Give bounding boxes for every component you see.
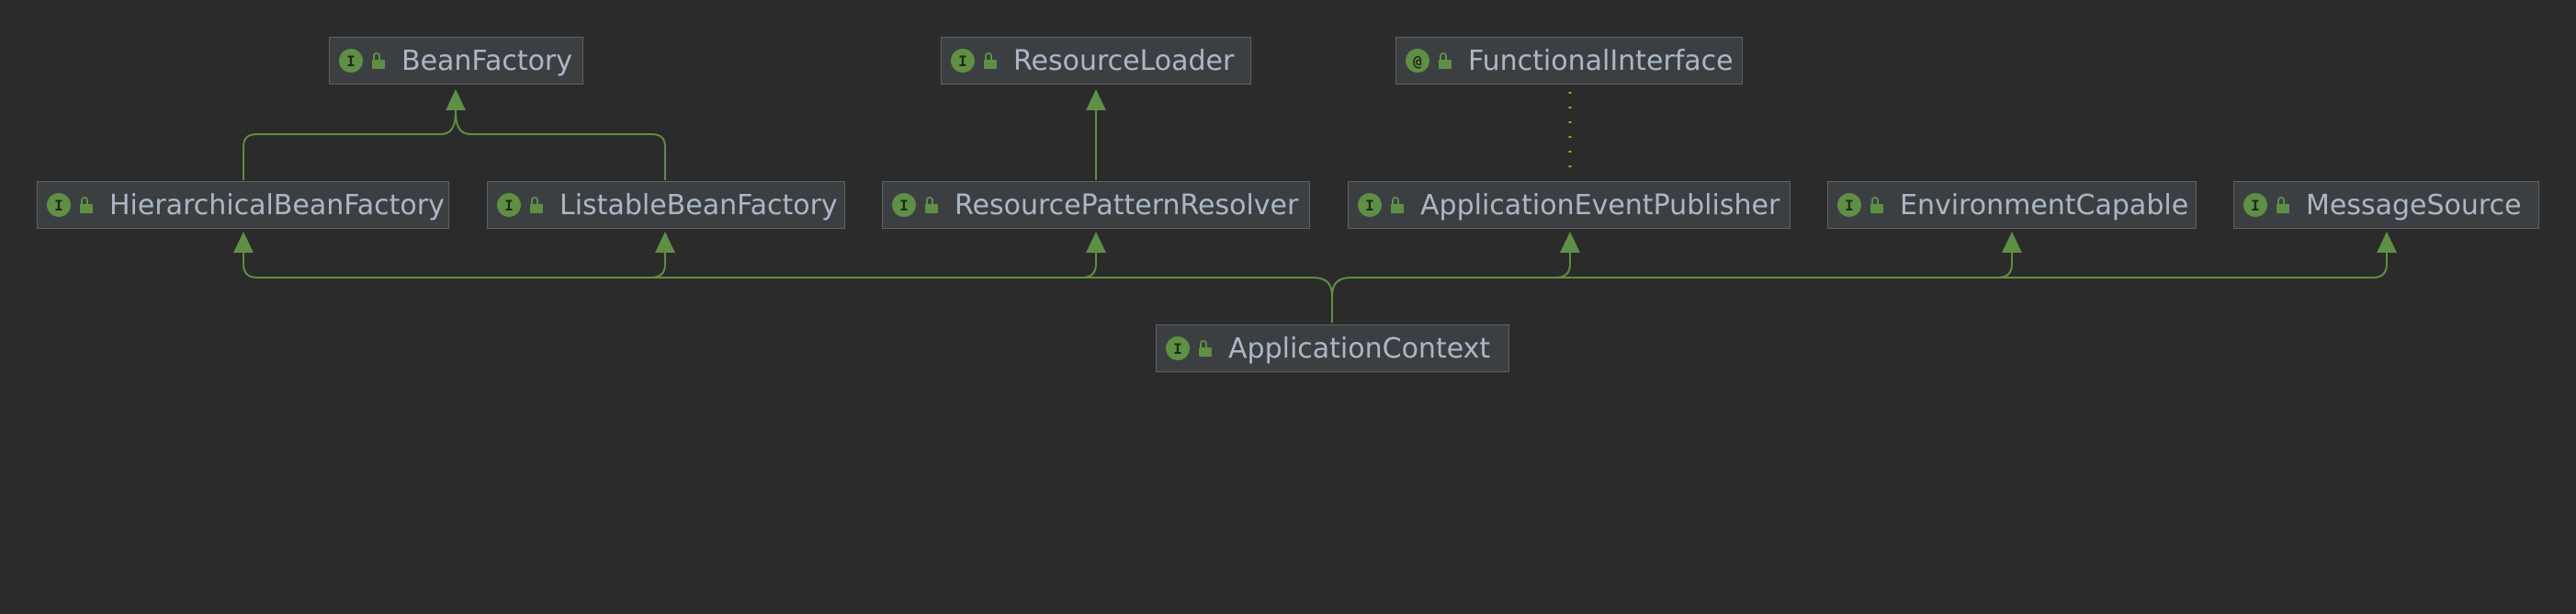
node-label: ResourcePatternResolver xyxy=(955,188,1299,222)
node-label: FunctionalInterface xyxy=(1468,44,1734,77)
edge-hierarchical-to-beanfactory xyxy=(243,96,457,180)
arrowhead-listablebeanfactory xyxy=(655,232,675,253)
interface-icon: I xyxy=(1166,336,1190,360)
interface-icon: I xyxy=(1837,193,1861,217)
interface-icon: I xyxy=(339,49,363,73)
arrowhead-environmentcapable xyxy=(2002,232,2022,253)
lock-icon xyxy=(1199,340,1212,357)
node-application-event-publisher[interactable]: I ApplicationEventPublisher xyxy=(1348,181,1791,229)
interface-icon: I xyxy=(951,49,975,73)
lock-icon xyxy=(1439,52,1452,69)
node-label: MessageSource xyxy=(2306,188,2522,222)
lock-icon xyxy=(925,197,938,213)
lock-icon xyxy=(1391,197,1404,213)
interface-icon: I xyxy=(497,193,521,217)
node-label: ListableBeanFactory xyxy=(559,188,838,222)
node-hierarchical-bean-factory[interactable]: I HierarchicalBeanFactory xyxy=(37,181,449,229)
node-label: HierarchicalBeanFactory xyxy=(109,188,445,222)
node-label: ApplicationContext xyxy=(1228,332,1491,365)
arrowhead-applicationeventpublisher xyxy=(1560,232,1580,253)
arrowhead-resourcepatternresolver xyxy=(1086,232,1106,253)
interface-icon: I xyxy=(1358,193,1382,217)
edge-listable-to-beanfactory xyxy=(455,96,666,180)
node-resource-pattern-resolver[interactable]: I ResourcePatternResolver xyxy=(882,181,1310,229)
edge-applicationcontext-bus xyxy=(243,237,1333,323)
node-label: ApplicationEventPublisher xyxy=(1420,188,1780,222)
arrowhead-beanfactory xyxy=(446,89,466,110)
lock-icon xyxy=(80,197,93,213)
lock-icon xyxy=(372,52,385,69)
lock-icon xyxy=(530,197,543,213)
node-environment-capable[interactable]: I EnvironmentCapable xyxy=(1827,181,2197,229)
arrowhead-hierarchicalbeanfactory xyxy=(233,232,254,253)
node-resource-loader[interactable]: I ResourceLoader xyxy=(941,37,1251,85)
arrowhead-resourceloader xyxy=(1086,89,1106,110)
node-functional-interface[interactable]: @ FunctionalInterface xyxy=(1395,37,1743,85)
node-application-context[interactable]: I ApplicationContext xyxy=(1156,324,1509,372)
interface-icon: I xyxy=(892,193,916,217)
node-listable-bean-factory[interactable]: I ListableBeanFactory xyxy=(487,181,845,229)
node-label: ResourceLoader xyxy=(1013,44,1235,77)
edges-layer xyxy=(233,89,2397,323)
node-message-source[interactable]: I MessageSource xyxy=(2233,181,2539,229)
lock-icon xyxy=(984,52,997,69)
interface-icon: I xyxy=(47,193,71,217)
annotation-icon: @ xyxy=(1406,49,1429,73)
node-bean-factory[interactable]: I BeanFactory xyxy=(329,37,583,85)
arrowhead-messagesource xyxy=(2377,232,2397,253)
node-label: BeanFactory xyxy=(401,44,573,77)
node-label: EnvironmentCapable xyxy=(1900,188,2189,222)
lock-icon xyxy=(2277,197,2289,213)
interface-icon: I xyxy=(2243,193,2267,217)
edge-applicationcontext-bus-right xyxy=(1331,237,2388,297)
uml-class-diagram: I BeanFactory I ResourceLoader @ Functio… xyxy=(0,0,2576,614)
lock-icon xyxy=(1870,197,1883,213)
